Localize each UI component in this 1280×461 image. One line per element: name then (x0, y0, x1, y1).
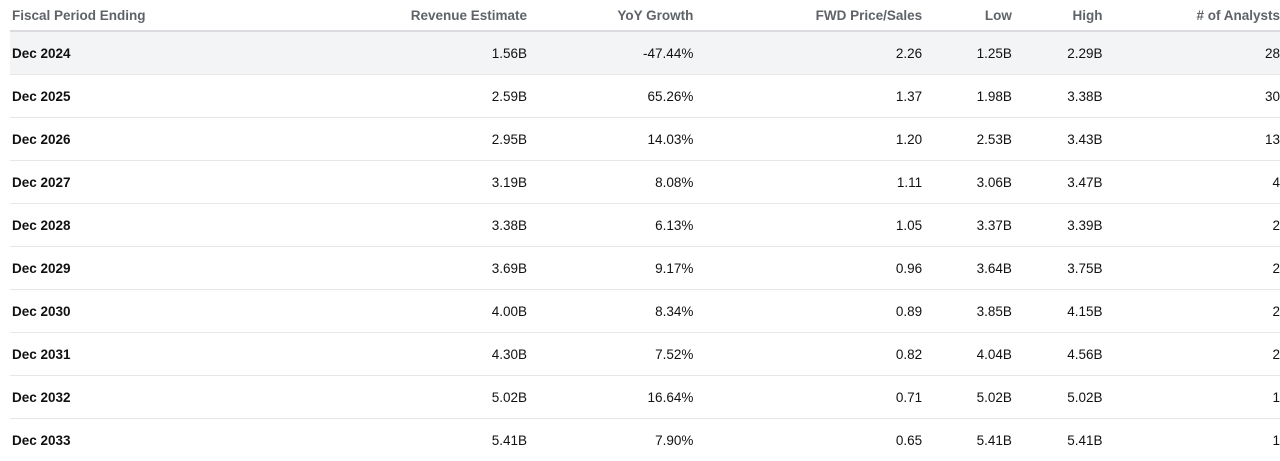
cell-revenue-estimate: 2.59B (262, 75, 527, 118)
cell-fiscal-period: Dec 2024 (10, 31, 262, 75)
cell-fiscal-period: Dec 2030 (10, 290, 262, 333)
cell-fiscal-period: Dec 2029 (10, 247, 262, 290)
cell-high: 4.56B (1012, 333, 1103, 376)
cell-yoy-growth: 8.08% (527, 161, 693, 204)
cell-yoy-growth: 7.52% (527, 333, 693, 376)
table-row[interactable]: Dec 20241.56B-47.44%2.261.25B2.29B28 (10, 31, 1280, 75)
cell-fiscal-period: Dec 2026 (10, 118, 262, 161)
table-row[interactable]: Dec 20314.30B7.52%0.824.04B4.56B2 (10, 333, 1280, 376)
cell-analysts: 2 (1103, 204, 1280, 247)
cell-revenue-estimate: 5.02B (262, 376, 527, 419)
cell-low: 3.64B (922, 247, 1012, 290)
cell-fwd-price-sales: 0.96 (693, 247, 922, 290)
cell-high: 3.47B (1012, 161, 1103, 204)
column-header-analysts[interactable]: # of Analysts (1103, 0, 1280, 31)
cell-low: 3.37B (922, 204, 1012, 247)
cell-analysts: 4 (1103, 161, 1280, 204)
cell-revenue-estimate: 3.38B (262, 204, 527, 247)
column-header-yoy-growth[interactable]: YoY Growth (527, 0, 693, 31)
cell-analysts: 1 (1103, 419, 1280, 461)
cell-high: 3.75B (1012, 247, 1103, 290)
cell-analysts: 2 (1103, 290, 1280, 333)
cell-analysts: 1 (1103, 376, 1280, 419)
cell-revenue-estimate: 3.69B (262, 247, 527, 290)
cell-high: 3.39B (1012, 204, 1103, 247)
cell-high: 5.41B (1012, 419, 1103, 461)
table-row[interactable]: Dec 20273.19B8.08%1.113.06B3.47B4 (10, 161, 1280, 204)
cell-fwd-price-sales: 1.37 (693, 75, 922, 118)
cell-high: 4.15B (1012, 290, 1103, 333)
cell-high: 2.29B (1012, 31, 1103, 75)
cell-revenue-estimate: 4.00B (262, 290, 527, 333)
cell-yoy-growth: 14.03% (527, 118, 693, 161)
cell-fwd-price-sales: 1.11 (693, 161, 922, 204)
cell-fiscal-period: Dec 2031 (10, 333, 262, 376)
table-row[interactable]: Dec 20252.59B65.26%1.371.98B3.38B30 (10, 75, 1280, 118)
cell-yoy-growth: 65.26% (527, 75, 693, 118)
cell-fiscal-period: Dec 2025 (10, 75, 262, 118)
cell-fiscal-period: Dec 2028 (10, 204, 262, 247)
cell-analysts: 28 (1103, 31, 1280, 75)
cell-fwd-price-sales: 0.65 (693, 419, 922, 461)
cell-low: 3.06B (922, 161, 1012, 204)
cell-fiscal-period: Dec 2033 (10, 419, 262, 461)
cell-low: 3.85B (922, 290, 1012, 333)
column-header-low[interactable]: Low (922, 0, 1012, 31)
table-row[interactable]: Dec 20325.02B16.64%0.715.02B5.02B1 (10, 376, 1280, 419)
column-header-revenue-estimate[interactable]: Revenue Estimate (262, 0, 527, 31)
cell-low: 1.25B (922, 31, 1012, 75)
cell-high: 5.02B (1012, 376, 1103, 419)
cell-fwd-price-sales: 0.89 (693, 290, 922, 333)
table-row[interactable]: Dec 20335.41B7.90%0.655.41B5.41B1 (10, 419, 1280, 461)
column-header-fiscal-period[interactable]: Fiscal Period Ending (10, 0, 262, 31)
cell-revenue-estimate: 1.56B (262, 31, 527, 75)
cell-fwd-price-sales: 0.82 (693, 333, 922, 376)
cell-fwd-price-sales: 1.20 (693, 118, 922, 161)
cell-fiscal-period: Dec 2032 (10, 376, 262, 419)
cell-low: 5.02B (922, 376, 1012, 419)
cell-high: 3.38B (1012, 75, 1103, 118)
cell-low: 4.04B (922, 333, 1012, 376)
cell-yoy-growth: -47.44% (527, 31, 693, 75)
cell-low: 1.98B (922, 75, 1012, 118)
column-header-fwd-price-sales[interactable]: FWD Price/Sales (693, 0, 922, 31)
cell-revenue-estimate: 3.19B (262, 161, 527, 204)
table-row[interactable]: Dec 20293.69B9.17%0.963.64B3.75B2 (10, 247, 1280, 290)
cell-yoy-growth: 7.90% (527, 419, 693, 461)
cell-analysts: 2 (1103, 333, 1280, 376)
cell-revenue-estimate: 2.95B (262, 118, 527, 161)
column-header-high[interactable]: High (1012, 0, 1103, 31)
cell-analysts: 2 (1103, 247, 1280, 290)
cell-yoy-growth: 8.34% (527, 290, 693, 333)
cell-yoy-growth: 16.64% (527, 376, 693, 419)
cell-yoy-growth: 6.13% (527, 204, 693, 247)
cell-fwd-price-sales: 0.71 (693, 376, 922, 419)
header-row: Fiscal Period EndingRevenue EstimateYoY … (10, 0, 1280, 31)
cell-fwd-price-sales: 2.26 (693, 31, 922, 75)
cell-analysts: 13 (1103, 118, 1280, 161)
cell-low: 2.53B (922, 118, 1012, 161)
cell-yoy-growth: 9.17% (527, 247, 693, 290)
cell-low: 5.41B (922, 419, 1012, 461)
cell-fiscal-period: Dec 2027 (10, 161, 262, 204)
cell-high: 3.43B (1012, 118, 1103, 161)
cell-revenue-estimate: 4.30B (262, 333, 527, 376)
revenue-estimates-table: Fiscal Period EndingRevenue EstimateYoY … (10, 0, 1280, 461)
table-row[interactable]: Dec 20304.00B8.34%0.893.85B4.15B2 (10, 290, 1280, 333)
cell-analysts: 30 (1103, 75, 1280, 118)
cell-revenue-estimate: 5.41B (262, 419, 527, 461)
cell-fwd-price-sales: 1.05 (693, 204, 922, 247)
table-row[interactable]: Dec 20283.38B6.13%1.053.37B3.39B2 (10, 204, 1280, 247)
table-row[interactable]: Dec 20262.95B14.03%1.202.53B3.43B13 (10, 118, 1280, 161)
